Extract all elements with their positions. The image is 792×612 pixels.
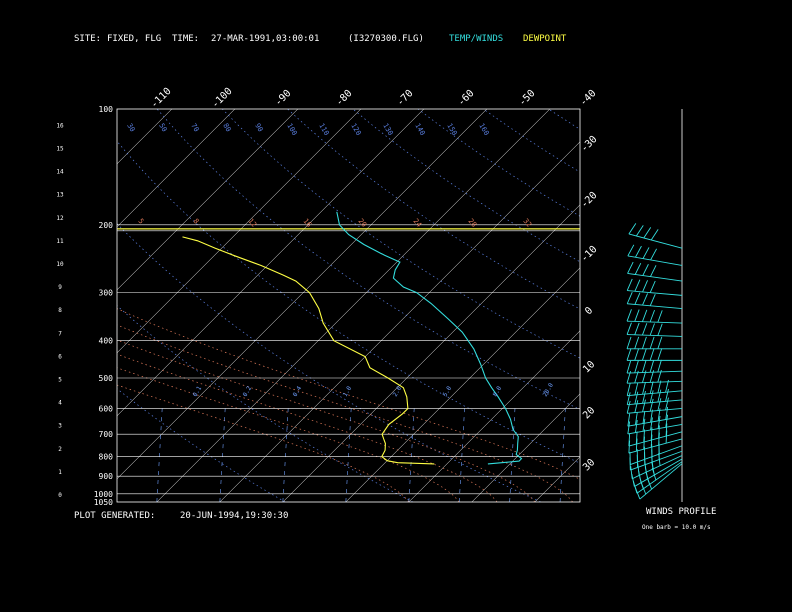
height-tick-label: 6 <box>58 353 62 360</box>
site-label: SITE: <box>74 34 101 44</box>
height-tick-label: 5 <box>58 377 62 384</box>
pressure-tick-label: 700 <box>99 430 114 439</box>
skew-t-chart: SITE: FIXED, FLG TIME: 27-MAR-1991,03:00… <box>0 0 792 612</box>
height-tick-label: 11 <box>56 238 64 245</box>
temp-winds-legend: TEMP/WINDS <box>449 34 503 44</box>
height-tick-label: 4 <box>58 400 62 407</box>
height-tick-label: 0 <box>58 492 62 499</box>
height-tick-label: 16 <box>56 122 64 129</box>
pressure-tick-label: 100 <box>99 105 114 114</box>
site-value: FIXED, FLG <box>107 34 161 44</box>
height-tick-label: 14 <box>56 169 64 176</box>
height-tick-label: 1 <box>58 469 62 476</box>
pressure-tick-label: 600 <box>99 404 114 413</box>
pressure-tick-label: 400 <box>99 337 114 346</box>
plot-generated-label: PLOT GENERATED: <box>74 511 155 521</box>
height-tick-label: 13 <box>56 192 64 199</box>
dewpoint-legend: DEWPOINT <box>523 34 567 44</box>
height-tick-label: 2 <box>58 446 62 453</box>
height-tick-label: 12 <box>56 215 64 222</box>
time-value: 27-MAR-1991,03:00:01 <box>211 34 319 44</box>
pressure-tick-label: 300 <box>99 289 114 298</box>
height-tick-label: 8 <box>58 307 62 314</box>
pressure-tick-label: 900 <box>99 472 114 481</box>
pressure-tick-label: 500 <box>99 374 114 383</box>
pressure-tick-label: 1050 <box>94 498 113 507</box>
pressure-tick-label: 200 <box>99 221 114 230</box>
wind-panel-title: WINDS PROFILE <box>646 507 716 517</box>
pressure-tick-label: 800 <box>99 453 114 462</box>
height-tick-label: 3 <box>58 423 62 430</box>
height-tick-label: 7 <box>58 330 62 337</box>
height-tick-label: 10 <box>56 261 64 268</box>
time-label: TIME: <box>172 34 199 44</box>
file-value: (I3270300.FLG) <box>348 34 424 44</box>
plot-generated-value: 20-JUN-1994,19:30:30 <box>180 511 288 521</box>
wind-panel-note: One barb = 10.0 m/s <box>642 524 711 531</box>
height-tick-label: 9 <box>58 284 62 291</box>
height-tick-label: 15 <box>56 146 64 153</box>
